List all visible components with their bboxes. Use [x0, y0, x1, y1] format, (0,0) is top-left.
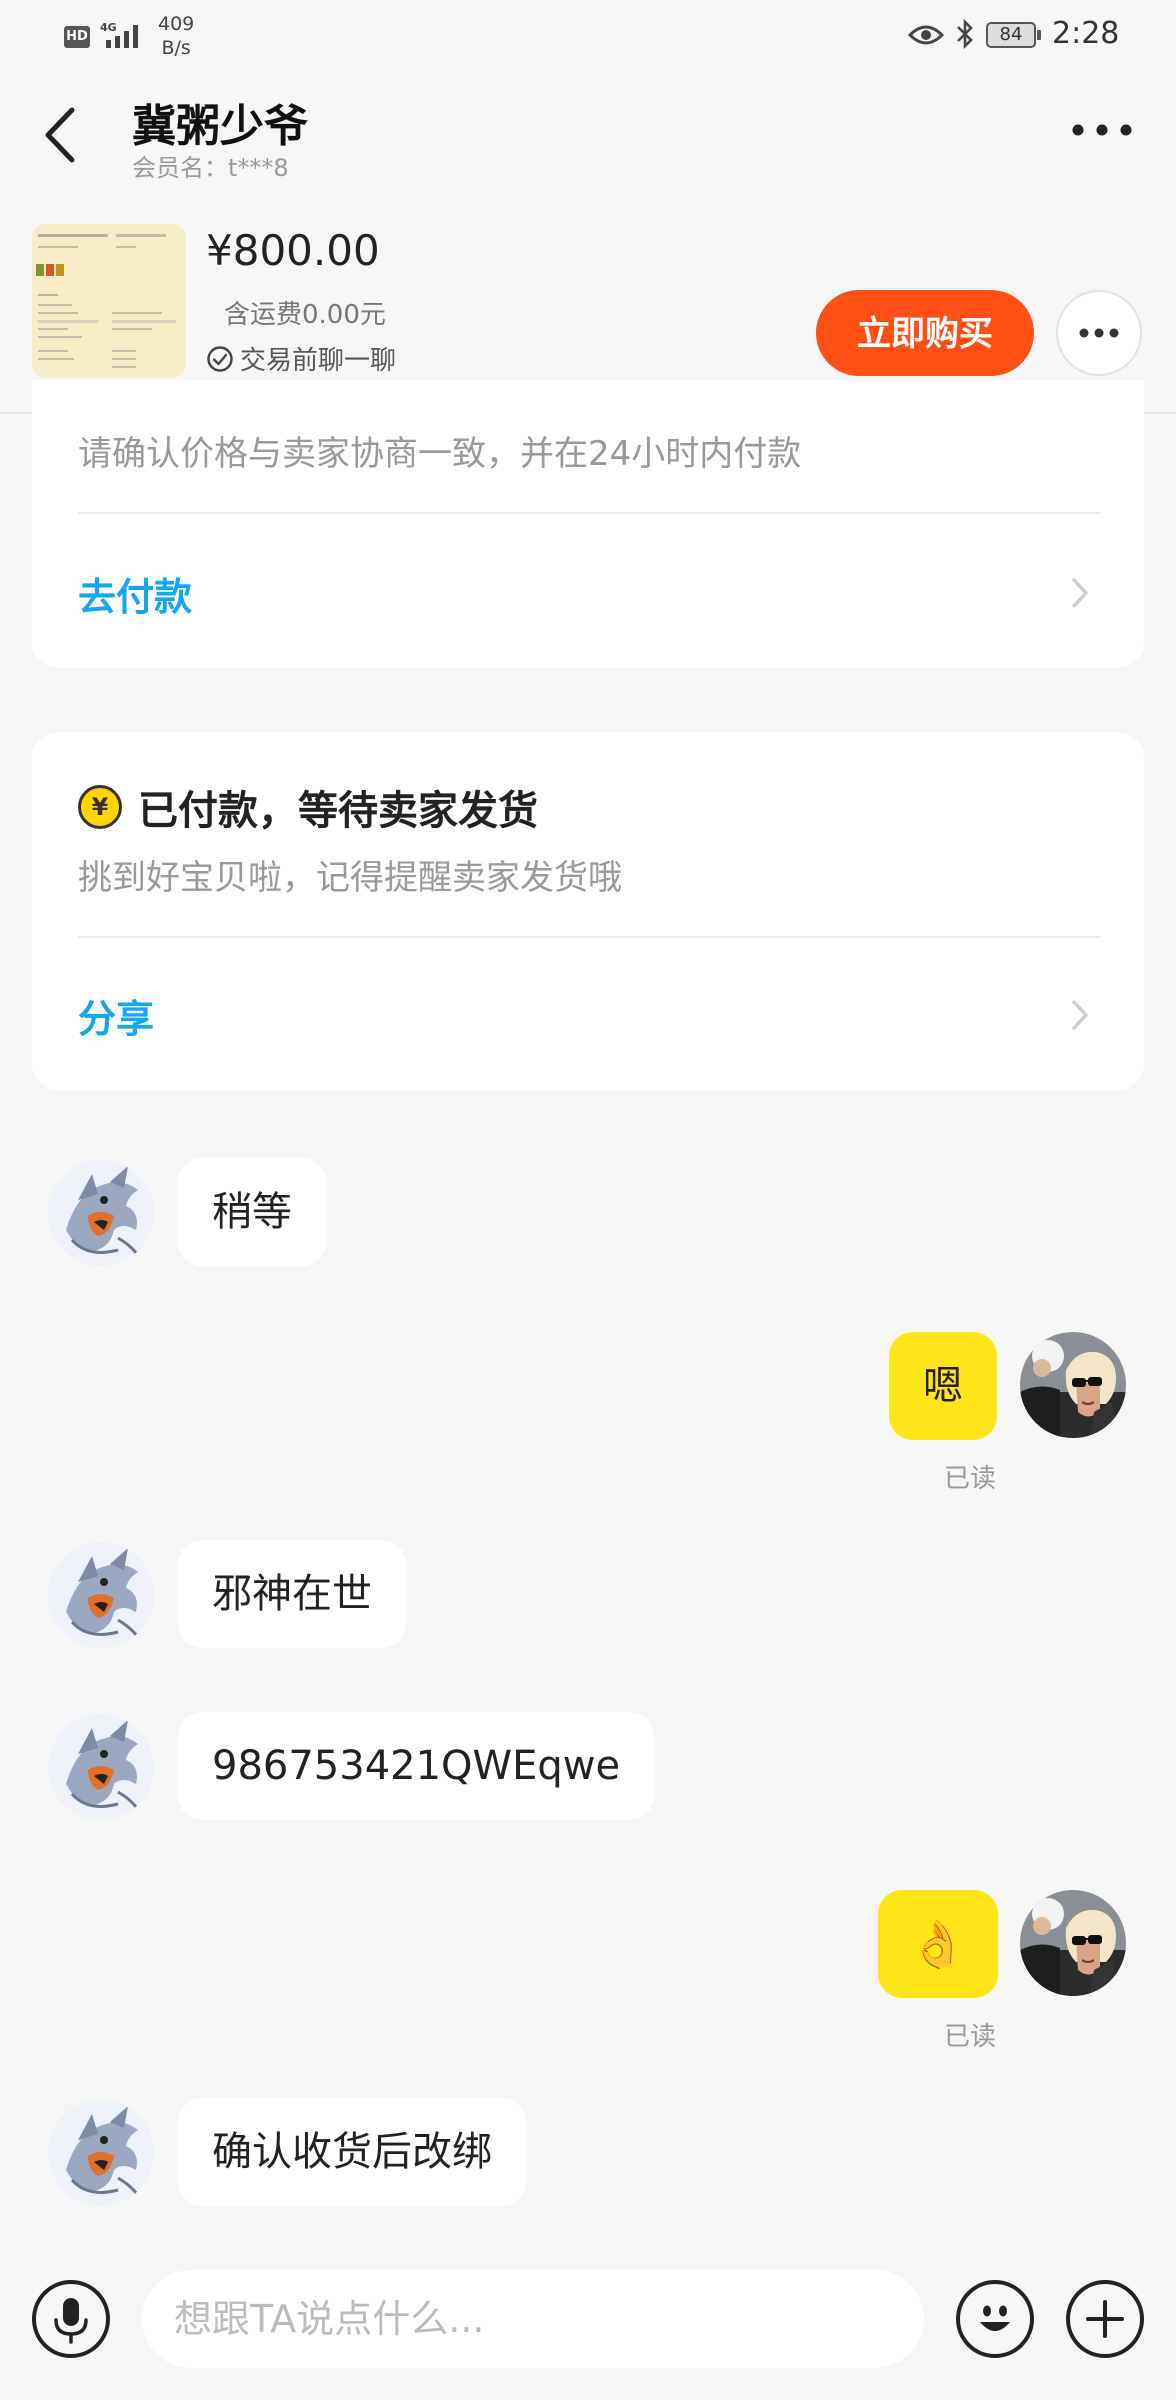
- share-link[interactable]: 分享: [78, 988, 154, 1043]
- seller-avatar[interactable]: [48, 1714, 154, 1820]
- dragon-avatar-image: [48, 1714, 154, 1820]
- battery-indicator: 84: [986, 22, 1041, 48]
- chevron-left-icon[interactable]: [36, 102, 86, 168]
- paid-status-notice: 挑到好宝贝啦，记得提醒卖家发货哦: [78, 858, 622, 898]
- my-avatar[interactable]: [1020, 1890, 1126, 1996]
- paid-status-title: 已付款，等待卖家发货: [138, 788, 538, 834]
- network-speed-unit: B/s: [161, 37, 191, 59]
- divider: [78, 936, 1100, 938]
- emoji-button[interactable]: [956, 2280, 1034, 2358]
- signal-icon: 4G: [100, 21, 138, 48]
- eye-icon: [908, 25, 944, 45]
- message-bubble-incoming[interactable]: 确认收货后改绑: [178, 2098, 526, 2206]
- yuan-coin-icon: ¥: [78, 785, 122, 829]
- more-horizontal-icon: [1079, 328, 1119, 338]
- message-bubble-outgoing[interactable]: 👌: [878, 1890, 998, 1998]
- seller-avatar[interactable]: [48, 1542, 154, 1648]
- seller-avatar[interactable]: [48, 1160, 154, 1266]
- message-bubble-incoming[interactable]: 稍等: [178, 1158, 326, 1266]
- more-horizontal-icon[interactable]: [1066, 110, 1138, 150]
- go-pay-link[interactable]: 去付款: [78, 566, 192, 621]
- network-speed: 409 B/s: [158, 12, 194, 60]
- cosplay-avatar-image: [1020, 1332, 1126, 1438]
- product-more-button[interactable]: [1056, 290, 1142, 376]
- paid-status-header: ¥ 已付款，等待卖家发货: [78, 778, 538, 836]
- message-bubble-outgoing[interactable]: 嗯: [889, 1332, 997, 1440]
- payment-card: 请确认价格与卖家协商一致，并在24小时内付款 去付款: [32, 380, 1144, 668]
- microphone-icon: [54, 2298, 88, 2344]
- dragon-avatar-image: [48, 2100, 154, 2206]
- shipping-fee: 含运费0.00元: [224, 300, 386, 330]
- voice-button[interactable]: [32, 2280, 110, 2358]
- chat-header: 冀粥少爷 会员名：t***8: [0, 72, 1176, 192]
- plus-icon: [1086, 2300, 1124, 2338]
- product-screenshot-image: [32, 224, 186, 378]
- network-speed-value: 409: [158, 13, 195, 35]
- hd-icon: HD: [64, 26, 90, 48]
- bluetooth-icon: [957, 18, 973, 50]
- paid-status-card: ¥ 已付款，等待卖家发货 挑到好宝贝啦，记得提醒卖家发货哦 分享: [32, 732, 1144, 1090]
- smiley-icon: [980, 2305, 1010, 2331]
- payment-notice: 请确认价格与卖家协商一致，并在24小时内付款: [78, 434, 802, 474]
- member-name: 会员名：t***8: [132, 154, 289, 182]
- status-bar: HD 4G 409 B/s 84 2:28: [0, 0, 1176, 72]
- chat-input-bar: [0, 2244, 1176, 2400]
- divider: [78, 512, 1100, 514]
- dragon-avatar-image: [48, 1542, 154, 1648]
- network-type-label: 4G: [100, 21, 117, 34]
- chat-first-tag: 交易前聊一聊: [206, 340, 396, 377]
- message-bubble-incoming[interactable]: 986753421QWEqwe: [178, 1712, 655, 1820]
- more-actions-button[interactable]: [1066, 2280, 1144, 2358]
- page-title: 冀粥少爷: [132, 101, 308, 152]
- cosplay-avatar-image: [1020, 1890, 1126, 1996]
- seller-avatar[interactable]: [48, 2100, 154, 2206]
- chevron-right-icon[interactable]: [1070, 576, 1090, 610]
- dragon-avatar-image: [48, 1160, 154, 1266]
- product-price: ¥800.00: [206, 226, 380, 275]
- chat-first-label: 交易前聊一聊: [240, 346, 397, 376]
- product-thumbnail[interactable]: [32, 224, 186, 378]
- read-receipt: 已读: [944, 1464, 997, 1494]
- buy-now-button[interactable]: 立即购买: [816, 290, 1034, 376]
- check-circle-icon: [207, 345, 233, 372]
- read-receipt: 已读: [944, 2022, 997, 2052]
- chevron-right-icon[interactable]: [1070, 998, 1090, 1032]
- my-avatar[interactable]: [1020, 1332, 1126, 1438]
- message-bubble-incoming[interactable]: 邪神在世: [178, 1540, 406, 1648]
- message-input[interactable]: [142, 2270, 924, 2368]
- clock: 2:28: [1052, 16, 1120, 51]
